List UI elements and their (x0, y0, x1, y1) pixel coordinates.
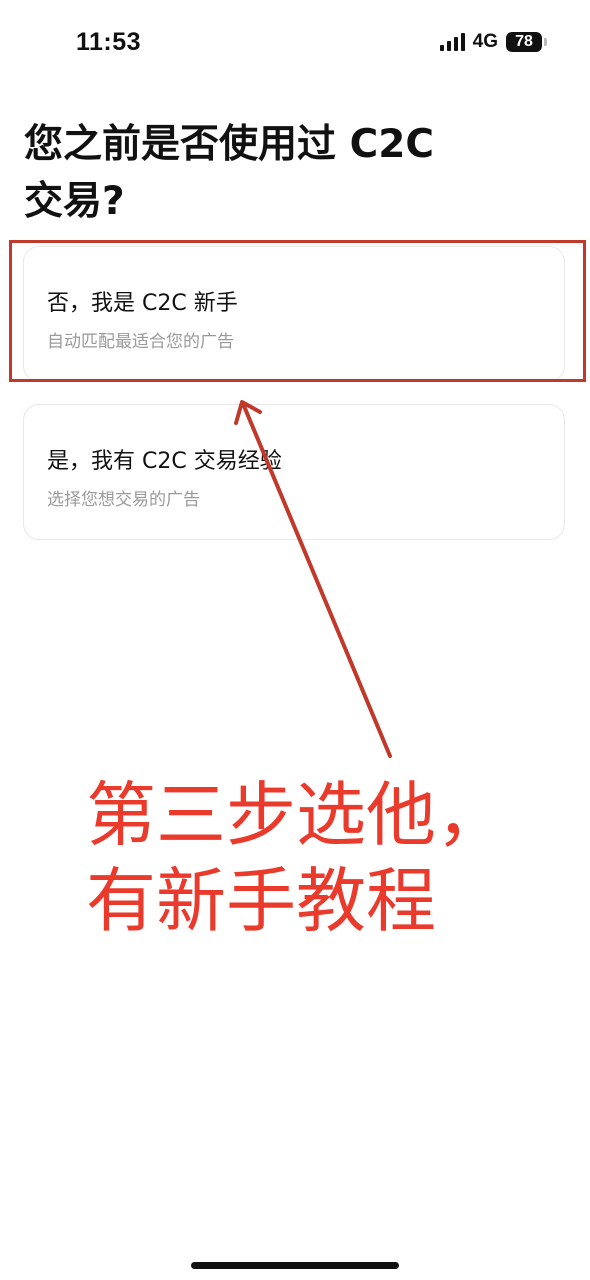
status-indicators: 4G 78 (439, 31, 547, 53)
battery-icon: 78 (506, 32, 547, 52)
home-indicator[interactable] (191, 1262, 399, 1269)
status-time: 11:53 (76, 28, 142, 56)
option-subtitle-experienced: 选择您想交易的广告 (47, 490, 200, 510)
battery-level: 78 (515, 33, 533, 50)
annotation-line-2: 有新手教程 (86, 860, 436, 942)
annotation-line-1: 第三步选他， (86, 774, 506, 856)
option-title-experienced: 是，我有 C2C 交易经验 (47, 449, 282, 474)
status-bar: 11:53 4G 78 (0, 0, 590, 90)
page-title-line-1: 您之前是否使用过 C2C (24, 122, 434, 167)
page-title: 您之前是否使用过 C2C 交易? (24, 116, 474, 230)
cellular-signal-icon (439, 33, 465, 51)
annotation-caption: 第三步选他， 有新手教程 (86, 772, 526, 944)
option-card-experienced[interactable]: 是，我有 C2C 交易经验 选择您想交易的广告 (23, 404, 565, 540)
annotation-highlight-box (9, 240, 586, 382)
battery-tip (544, 38, 547, 46)
network-type-label: 4G (472, 31, 498, 52)
page-title-line-2: 交易? (24, 179, 125, 224)
